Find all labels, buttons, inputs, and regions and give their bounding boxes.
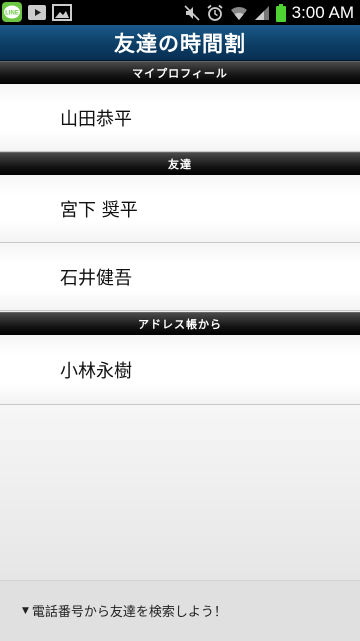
section-header-label: マイプロフィール [132,67,228,80]
play-store-icon [28,5,46,20]
friend-row[interactable]: 宮下 奨平 [0,175,360,243]
friend-name: 宮下 奨平 [60,199,138,221]
alarm-icon [207,4,223,21]
battery-icon [275,3,286,22]
profile-row[interactable]: 山田恭平 [0,84,360,152]
empty-area [0,405,360,580]
triangle-down-icon: ▼ [22,605,29,616]
address-book-row[interactable]: 小林永樹 [0,335,360,405]
title-bar: 友達の時間割 [0,25,360,61]
gallery-icon [52,4,72,21]
friend-name: 石井健吾 [60,267,132,289]
section-header-label: アドレス帳から [138,318,222,331]
friend-row[interactable]: 石井健吾 [0,243,360,311]
section-header-friends: 友達 [0,152,360,175]
phone-search-link[interactable]: ▼ 電話番号から友達を検索しよう！ [22,601,227,620]
wifi-icon [230,6,247,20]
line-app-label: LINE [5,11,19,17]
page-title: 友達の時間割 [114,31,246,56]
footer: ▼ 電話番号から友達を検索しよう！ [0,580,360,641]
line-app-icon: LINE [2,2,22,22]
section-header-profile: マイプロフィール [0,61,360,84]
phone-search-label: 電話番号から友達を検索しよう！ [31,605,227,620]
status-time: 3:00 AM [291,2,354,22]
mute-icon [184,4,200,21]
signal-icon [254,5,269,20]
section-header-address-book: アドレス帳から [0,312,360,335]
status-bar: LINE 3:00 AM [0,0,360,25]
address-book-name: 小林永樹 [60,360,132,382]
section-header-label: 友達 [168,158,192,171]
profile-name: 山田恭平 [60,108,132,130]
